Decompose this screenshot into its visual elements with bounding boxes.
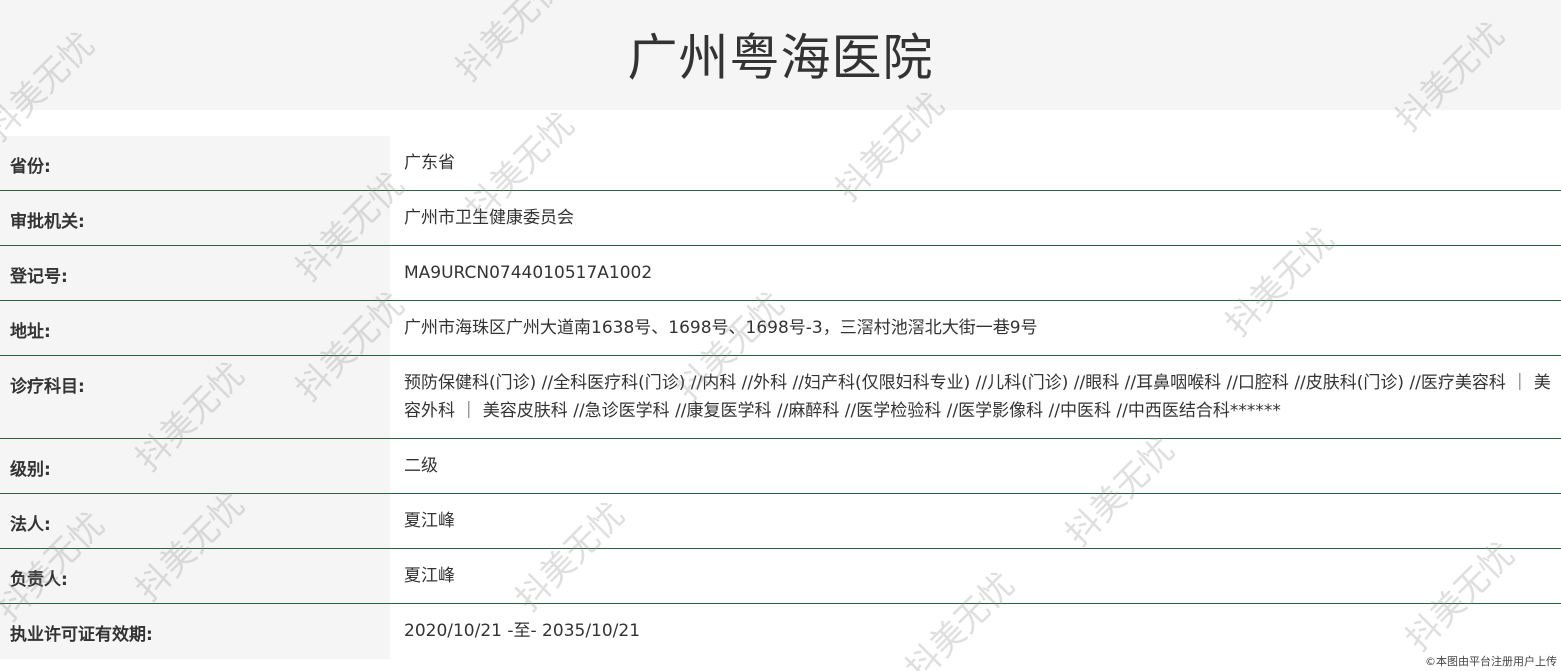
row-value: 夏江峰 [390, 494, 1561, 548]
row-value: 2020/10/21 -至- 2035/10/21 [390, 604, 1561, 659]
row-value: 预防保健科(门诊) //全科医疗科(门诊) //内科 //外科 //妇产科(仅限… [390, 356, 1561, 438]
row-label: 法人: [0, 494, 390, 548]
table-row: 执业许可证有效期: 2020/10/21 -至- 2035/10/21 [0, 604, 1561, 659]
row-value: 广东省 [390, 136, 1561, 190]
row-label: 级别: [0, 439, 390, 493]
row-value: 广州市卫生健康委员会 [390, 191, 1561, 245]
row-label: 审批机关: [0, 191, 390, 245]
row-value: 夏江峰 [390, 549, 1561, 603]
row-label: 负责人: [0, 549, 390, 603]
upload-credit: ©本图由平台注册用户上传 [1425, 655, 1557, 668]
table-row: 省份: 广东省 [0, 136, 1561, 191]
table-row: 审批机关: 广州市卫生健康委员会 [0, 191, 1561, 246]
row-value: 广州市海珠区广州大道南1638号、1698号、1698号-3，三滘村池滘北大街一… [390, 301, 1561, 355]
row-label: 地址: [0, 301, 390, 355]
table-row: 法人: 夏江峰 [0, 494, 1561, 549]
row-label: 执业许可证有效期: [0, 604, 390, 659]
page-title: 广州粤海医院 [627, 29, 934, 87]
table-row: 诊疗科目: 预防保健科(门诊) //全科医疗科(门诊) //内科 //外科 //… [0, 356, 1561, 439]
table-row: 负责人: 夏江峰 [0, 549, 1561, 604]
row-label: 省份: [0, 136, 390, 190]
table-row: 地址: 广州市海珠区广州大道南1638号、1698号、1698号-3，三滘村池滘… [0, 301, 1561, 356]
row-label: 诊疗科目: [0, 356, 390, 438]
table-row: 级别: 二级 [0, 439, 1561, 494]
table-row: 登记号: MA9URCN0744010517A1002 [0, 246, 1561, 301]
info-table: 省份: 广东省 审批机关: 广州市卫生健康委员会 登记号: MA9URCN074… [0, 136, 1561, 659]
row-value: MA9URCN0744010517A1002 [390, 246, 1561, 300]
row-label: 登记号: [0, 246, 390, 300]
row-value: 二级 [390, 439, 1561, 493]
